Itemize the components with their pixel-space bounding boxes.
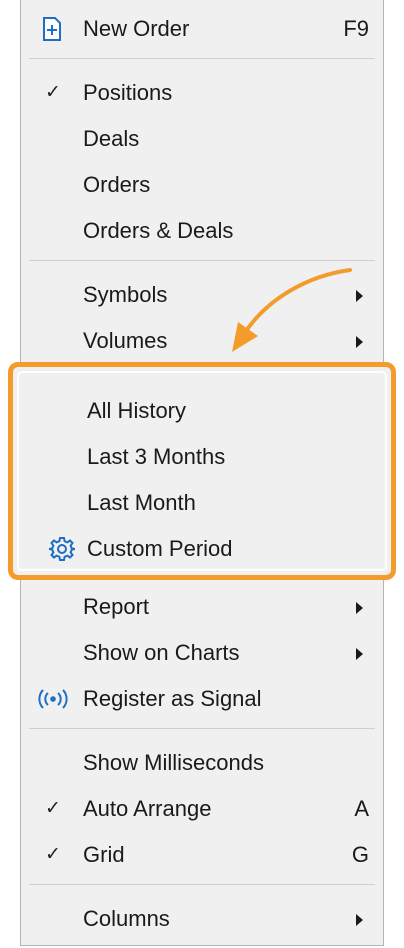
menu-item-label: Last Month: [87, 490, 196, 515]
menu-item-last-month[interactable]: Last Month: [20, 480, 384, 526]
separator: [29, 884, 375, 885]
check-icon: ✓: [45, 82, 61, 103]
new-order-icon: [43, 17, 61, 41]
check-icon: ✓: [45, 844, 61, 865]
menu-item-label: Last 3 Months: [87, 444, 226, 469]
menu-item-grid[interactable]: ✓ Grid G: [21, 832, 383, 878]
menu-item-label: Columns: [83, 906, 170, 931]
menu-item-orders[interactable]: Orders: [21, 162, 383, 208]
menu-item-label: Orders: [83, 172, 151, 197]
menu-item-all-history[interactable]: All History: [20, 388, 384, 434]
menu-item-label: New Order: [83, 16, 190, 41]
menu-item-label: Deals: [83, 126, 140, 151]
menu-item-positions[interactable]: ✓ Positions: [21, 70, 383, 116]
signal-broadcast-icon: [38, 689, 68, 709]
menu-item-register-signal[interactable]: Register as Signal: [21, 676, 383, 722]
menu-item-label: Symbols: [83, 282, 168, 307]
menu-item-show-milliseconds[interactable]: Show Milliseconds: [21, 740, 383, 786]
menu-item-label: Volumes: [83, 328, 168, 353]
menu-item-label: Orders & Deals: [83, 218, 234, 243]
separator: [29, 728, 375, 729]
menu-item-custom-period[interactable]: Custom Period: [20, 526, 384, 572]
submenu-arrow-icon: [356, 914, 363, 926]
menu-item-last-3-months[interactable]: Last 3 Months: [20, 434, 384, 480]
menu-item-label: Grid: [83, 842, 125, 867]
menu-item-report[interactable]: Report: [21, 584, 383, 630]
separator: [29, 58, 375, 59]
separator: [29, 260, 375, 261]
menu-item-label: Show on Charts: [83, 640, 240, 665]
menu-item-label: Custom Period: [87, 536, 233, 561]
menu-item-label: Report: [83, 594, 150, 619]
check-icon: ✓: [45, 798, 61, 819]
menu-item-orders-deals[interactable]: Orders & Deals: [21, 208, 383, 254]
menu-item-label: Show Milliseconds: [83, 750, 264, 775]
menu-item-label: All History: [87, 398, 187, 423]
shortcut-label: G: [351, 842, 369, 867]
menu-item-new-order[interactable]: New Order F9: [21, 6, 383, 52]
submenu-arrow-icon: [356, 290, 363, 302]
shortcut-label: A: [354, 796, 369, 821]
menu-item-auto-arrange[interactable]: ✓ Auto Arrange A: [21, 786, 383, 832]
menu-item-columns[interactable]: Columns: [21, 896, 383, 942]
menu-item-show-on-charts[interactable]: Show on Charts: [21, 630, 383, 676]
menu-item-deals[interactable]: Deals: [21, 116, 383, 162]
shortcut-label: F9: [343, 16, 369, 41]
callout-arrow-icon: [232, 268, 352, 352]
menu-item-label: Positions: [83, 80, 173, 105]
submenu-arrow-icon: [356, 336, 363, 348]
menu-item-label: Auto Arrange: [83, 796, 212, 821]
submenu-arrow-icon: [356, 602, 363, 614]
menu-item-label: Register as Signal: [83, 686, 262, 711]
history-period-highlight: All History Last 3 Months Last Month Cus…: [8, 362, 396, 580]
submenu-arrow-icon: [356, 648, 363, 660]
gear-icon: [49, 537, 75, 561]
